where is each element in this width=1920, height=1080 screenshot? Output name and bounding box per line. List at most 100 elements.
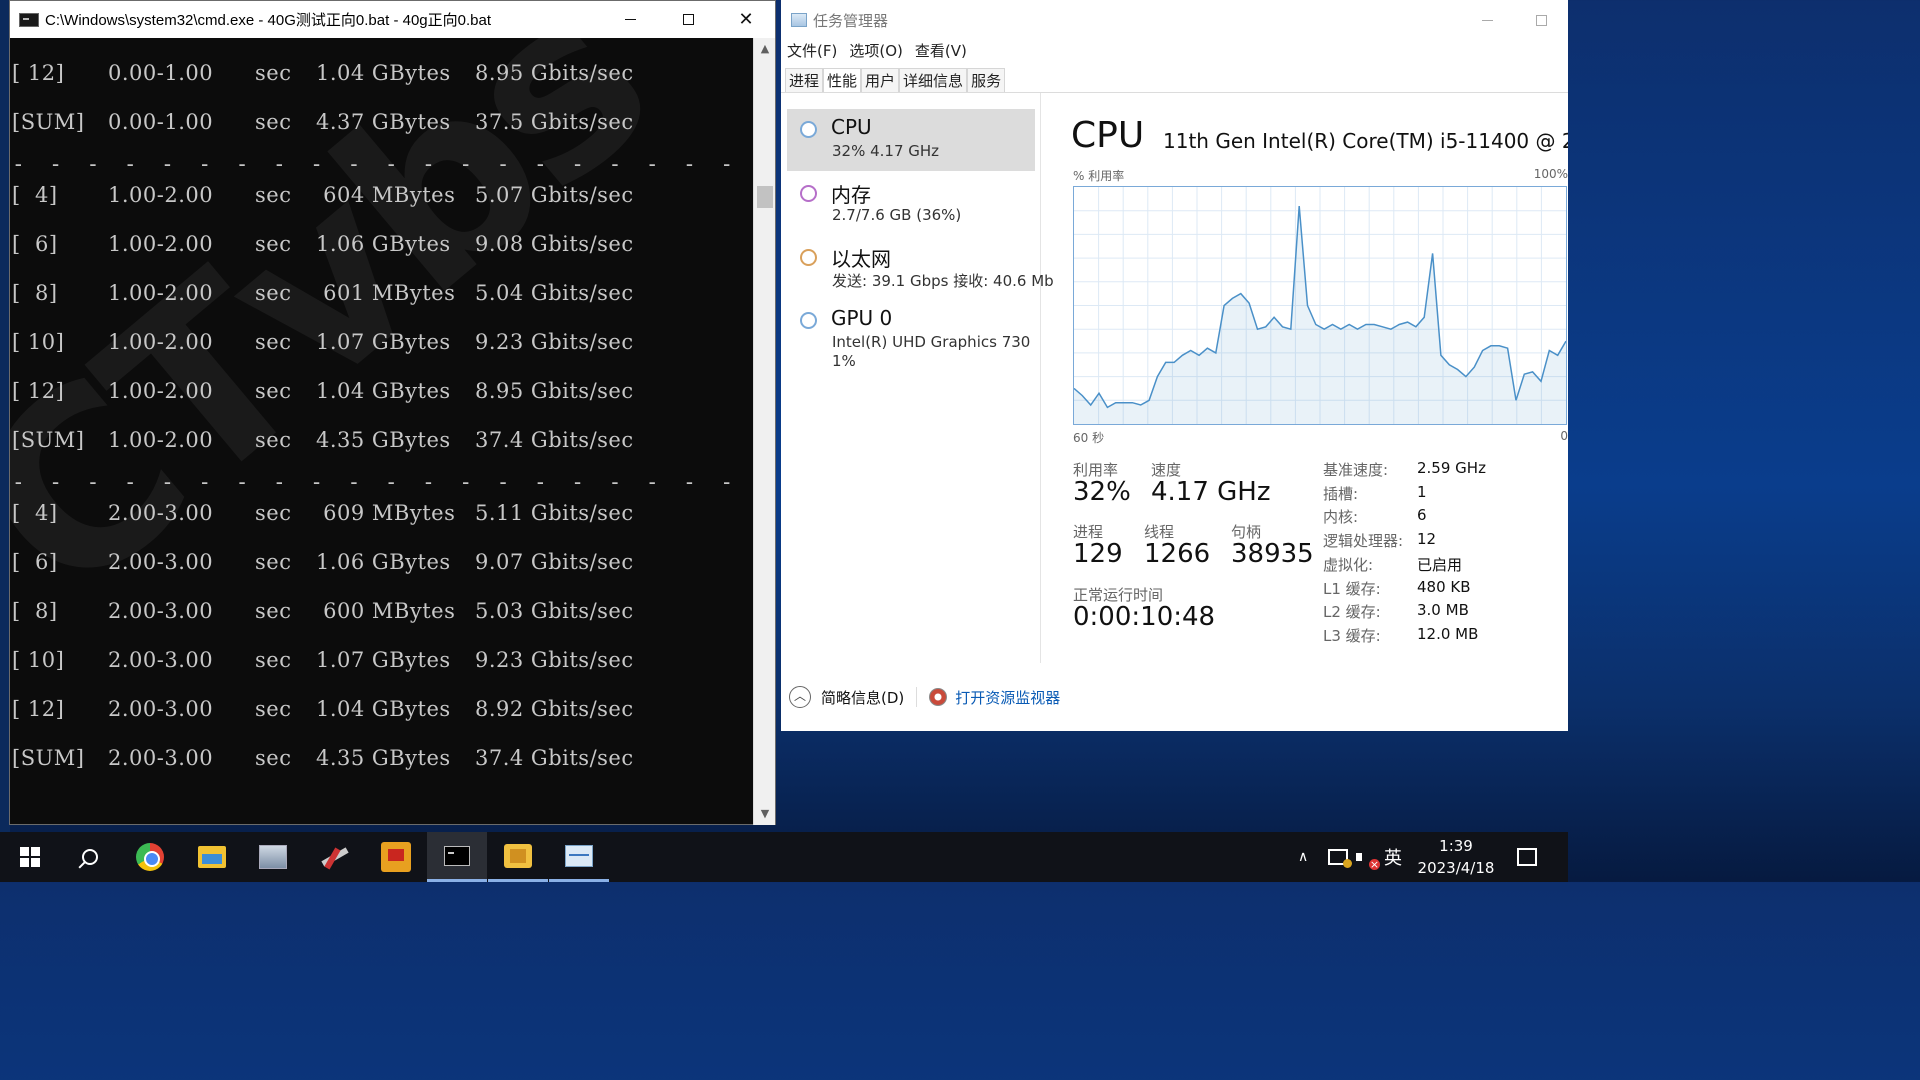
console-field-interval: 1.00-2.00 bbox=[108, 428, 214, 452]
spec-value: 6 bbox=[1417, 506, 1427, 525]
cmd-maximize-button[interactable] bbox=[659, 1, 717, 38]
cpu-detail-panel: CPU 11th Gen Intel(R) Core(TM) i5-11400 … bbox=[1043, 93, 1568, 663]
spec-value: 1 bbox=[1417, 482, 1427, 501]
menu-view[interactable]: 查看(V) bbox=[915, 40, 967, 62]
menu-options[interactable]: 选项(O) bbox=[849, 40, 903, 62]
task-manager-window[interactable]: 任务管理器 文件(F) 选项(O) 查看(V) 进程 性能 用户 详细信息 服务… bbox=[781, 0, 1568, 731]
resource-item-memory[interactable]: 内存 2.7/7.6 GB (36%) bbox=[787, 173, 1035, 235]
memory-status-circle-icon bbox=[800, 185, 817, 202]
resource-summary: Intel(R) UHD Graphics 730 bbox=[832, 333, 1031, 351]
console-field-id: [ 10] bbox=[12, 648, 65, 672]
tray-network[interactable] bbox=[1328, 832, 1352, 882]
tab-processes[interactable]: 进程 bbox=[785, 68, 824, 92]
console-field-bandwidth: 5.11 Gbits/sec bbox=[475, 501, 634, 525]
tm-minimize-button[interactable] bbox=[1460, 0, 1514, 40]
spec-key: L3 缓存: bbox=[1323, 626, 1381, 645]
spec-key: 虚拟化: bbox=[1323, 555, 1374, 574]
cmd-vertical-scrollbar[interactable]: ▲ ▼ bbox=[753, 38, 775, 825]
graph-x-label-start: 60 秒 bbox=[1073, 431, 1105, 445]
taskbar-file-explorer[interactable] bbox=[182, 832, 242, 882]
console-field-id: [SUM] bbox=[12, 428, 85, 452]
open-resource-monitor-link[interactable]: 打开资源监视器 bbox=[955, 687, 1060, 708]
scrollbar-thumb[interactable] bbox=[757, 186, 773, 208]
resource-name: CPU bbox=[831, 115, 872, 139]
taskbar-cpu-tool[interactable] bbox=[488, 832, 548, 882]
console-field-unit: sec bbox=[255, 281, 292, 305]
console-field-interval: 2.00-3.00 bbox=[108, 550, 214, 574]
ethernet-status-circle-icon bbox=[800, 249, 817, 266]
clock[interactable]: 1:39 2023/4/18 bbox=[1410, 832, 1502, 882]
console-field-interval: 0.00-1.00 bbox=[108, 110, 214, 134]
minimize-icon bbox=[1481, 19, 1493, 21]
console-field-id: [ 8] bbox=[12, 599, 58, 623]
console-field-transfer: 1.04 GBytes bbox=[316, 61, 451, 85]
chevron-up-icon[interactable]: ︿ bbox=[789, 686, 811, 708]
cmd-minimize-button[interactable] bbox=[601, 1, 659, 38]
cmd-window-title: C:\Windows\system32\cmd.exe - 40G测试正向0.b… bbox=[45, 12, 491, 29]
console-field-bandwidth: 9.07 Gbits/sec bbox=[475, 550, 634, 574]
tm-tabs: 进程 性能 用户 详细信息 服务 bbox=[785, 68, 1006, 92]
console-field-transfer: 600 MBytes bbox=[316, 599, 456, 623]
fewer-details-button[interactable]: 简略信息(D) bbox=[821, 687, 904, 708]
tab-services[interactable]: 服务 bbox=[967, 68, 1006, 92]
tm-titlebar[interactable]: 任务管理器 bbox=[781, 0, 1568, 40]
tab-performance[interactable]: 性能 bbox=[823, 68, 862, 92]
taskbar-browser[interactable] bbox=[120, 832, 180, 882]
tab-details[interactable]: 详细信息 bbox=[899, 68, 968, 92]
console-field-transfer: 1.06 GBytes bbox=[316, 232, 451, 256]
scroll-down-arrow-icon[interactable]: ▼ bbox=[754, 803, 776, 825]
graph-y-max: 100% bbox=[1533, 167, 1568, 181]
spec-value: 3.0 MB bbox=[1417, 601, 1469, 620]
console-divider: - - - - - - - - - - - - - - - - - - - - … bbox=[12, 470, 740, 494]
cmd-window[interactable]: C:\Windows\system32\cmd.exe - 40G测试正向0.b… bbox=[9, 0, 776, 825]
cpu-model-name: 11th Gen Intel(R) Core(TM) i5-11400 @ 2.… bbox=[1163, 129, 1568, 153]
spec-value: 2.59 GHz bbox=[1417, 459, 1486, 477]
minimize-icon bbox=[624, 19, 636, 20]
console-field-transfer: 1.07 GBytes bbox=[316, 648, 451, 672]
console-field-unit: sec bbox=[255, 746, 292, 770]
console-field-unit: sec bbox=[255, 232, 292, 256]
console-field-unit: sec bbox=[255, 501, 292, 525]
cmd-titlebar[interactable]: C:\Windows\system32\cmd.exe - 40G测试正向0.b… bbox=[10, 1, 775, 38]
resource-item-cpu[interactable]: CPU 32% 4.17 GHz bbox=[787, 109, 1035, 171]
scroll-up-arrow-icon[interactable]: ▲ bbox=[754, 38, 776, 60]
cpu-tool-icon bbox=[504, 843, 532, 868]
console-output[interactable]: CTvbs [ 12] 0.00-1.00 sec 1.04 GBytes 8.95 G… bbox=[10, 38, 754, 825]
taskbar-network-app[interactable] bbox=[243, 832, 303, 882]
console-field-bandwidth: 5.03 Gbits/sec bbox=[475, 599, 634, 623]
taskbar-cmd[interactable] bbox=[427, 832, 487, 882]
console-field-unit: sec bbox=[255, 183, 292, 207]
input-method-indicator[interactable]: 英 bbox=[1384, 832, 1402, 882]
console-field-bandwidth: 8.95 Gbits/sec bbox=[475, 379, 634, 403]
tm-maximize-button[interactable] bbox=[1514, 0, 1568, 40]
network-computer-icon bbox=[259, 845, 287, 869]
console-field-interval: 2.00-3.00 bbox=[108, 501, 214, 525]
console-field-unit: sec bbox=[255, 330, 292, 354]
resource-name: GPU 0 bbox=[831, 306, 893, 330]
console-field-interval: 2.00-3.00 bbox=[108, 697, 214, 721]
spec-key: 内核: bbox=[1323, 508, 1359, 527]
folder-icon bbox=[198, 846, 226, 868]
console-field-transfer: 4.37 GBytes bbox=[316, 110, 451, 134]
resource-item-ethernet[interactable]: 以太网 发送: 39.1 Gbps 接收: 40.6 Mb bbox=[787, 237, 1054, 299]
console-field-transfer: 601 MBytes bbox=[316, 281, 456, 305]
action-center-button[interactable] bbox=[1512, 832, 1542, 882]
clock-time: 1:39 bbox=[1439, 837, 1473, 855]
resource-item-gpu[interactable]: GPU 0 Intel(R) UHD Graphics 730 1% bbox=[787, 300, 1035, 380]
tools-icon bbox=[321, 847, 349, 867]
start-button[interactable] bbox=[0, 832, 60, 882]
tm-footer: ︿ 简略信息(D) 打开资源监视器 bbox=[789, 686, 1060, 708]
browser-icon bbox=[136, 843, 164, 871]
show-hidden-icons-button[interactable]: ∧ bbox=[1298, 832, 1308, 882]
tray-volume[interactable] bbox=[1356, 832, 1380, 882]
console-field-unit: sec bbox=[255, 428, 292, 452]
console-field-bandwidth: 9.23 Gbits/sec bbox=[475, 648, 634, 672]
tab-users[interactable]: 用户 bbox=[861, 68, 900, 92]
taskbar-red-app[interactable] bbox=[366, 832, 426, 882]
search-button[interactable] bbox=[60, 832, 120, 882]
taskbar-tool-app[interactable] bbox=[305, 832, 365, 882]
resource-name: 内存 bbox=[831, 183, 871, 207]
taskbar-task-manager[interactable] bbox=[549, 832, 609, 882]
cmd-close-button[interactable]: ✕ bbox=[717, 1, 775, 38]
menu-file[interactable]: 文件(F) bbox=[787, 40, 837, 62]
